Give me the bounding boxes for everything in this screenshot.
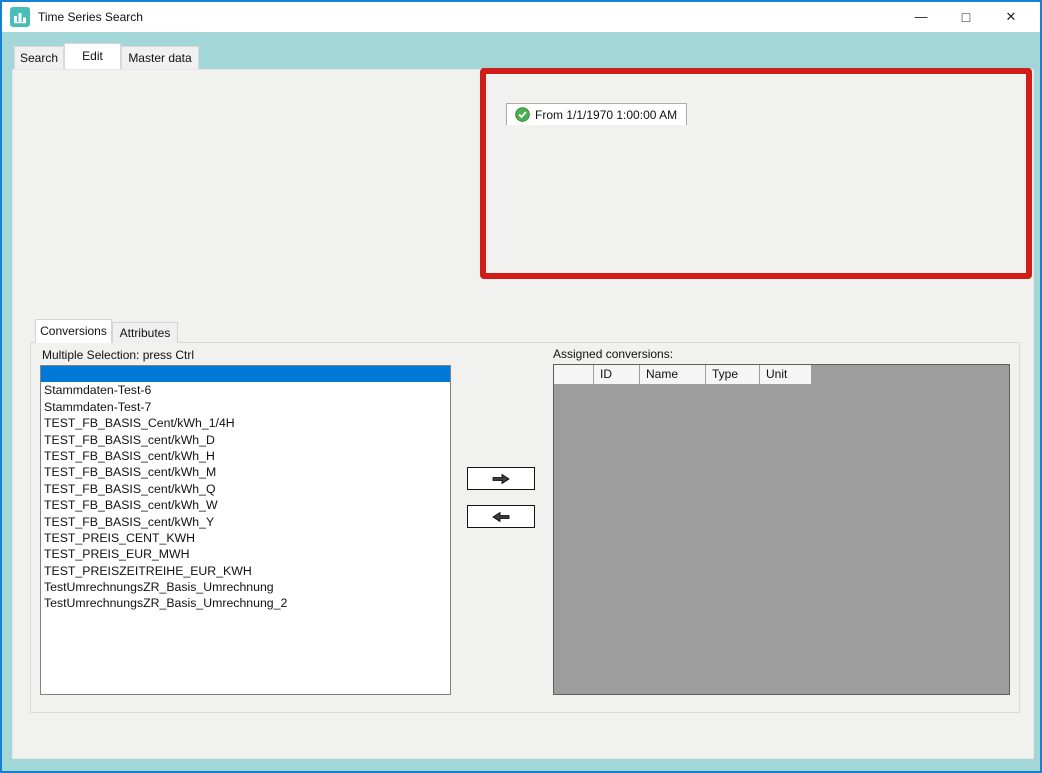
assigned-conversions-table[interactable]: IDNameTypeUnit [553,364,1010,695]
unassign-button[interactable] [467,505,535,528]
tab-edit[interactable]: Edit [64,43,121,69]
maximize-button[interactable]: □ [948,2,984,32]
list-item[interactable]: TEST_FB_BASIS_cent/kWh_H [41,448,450,464]
arrow-right-icon [491,473,511,485]
assigned-conversions-label: Assigned conversions: [553,347,673,361]
column-header: ID [594,365,640,385]
multi-select-hint: Multiple Selection: press Ctrl [42,348,194,362]
tab-master-data[interactable]: Master data [121,46,199,69]
column-header: Type [706,365,760,385]
list-item[interactable]: Stammdaten-Test-6 [41,382,450,398]
list-item[interactable]: TEST_FB_BASIS_cent/kWh_M [41,464,450,480]
validity-tab-label: From 1/1/1970 1:00:00 AM [535,108,677,122]
column-header: Unit [760,365,812,385]
list-item[interactable]: TEST_FB_BASIS_cent/kWh_Q [41,481,450,497]
list-item[interactable]: TEST_FB_BASIS_Cent/kWh_1/4H [41,415,450,431]
tab-search[interactable]: Search [14,46,64,69]
column-header [554,365,594,385]
list-item[interactable]: Stammdaten-Test-7 [41,399,450,415]
validity-period-tab[interactable]: From 1/1/1970 1:00:00 AM [506,103,687,125]
arrow-left-icon [491,511,511,523]
minimize-button[interactable]: — [903,2,939,32]
list-item[interactable]: TestUmrechnungsZR_Basis_Umrechnung_2 [41,595,450,611]
table-header-row: IDNameTypeUnit [554,365,1009,385]
app-icon [10,7,30,27]
list-item[interactable]: TEST_PREIS_CENT_KWH [41,530,450,546]
list-item[interactable] [41,366,450,382]
column-header: Name [640,365,706,385]
available-conversions-list[interactable]: Stammdaten-Test-6Stammdaten-Test-7TEST_F… [40,365,451,695]
list-item[interactable]: TEST_PREIS_EUR_MWH [41,546,450,562]
close-button[interactable]: ✕ [993,2,1029,32]
check-circle-icon [515,107,530,122]
title-bar: Time Series Search — □ ✕ [2,2,1040,32]
assign-button[interactable] [467,467,535,490]
tab-conversions[interactable]: Conversions [35,319,112,343]
window-title: Time Series Search [38,2,143,32]
list-item[interactable]: TEST_PREISZEITREIHE_EUR_KWH [41,563,450,579]
list-item[interactable]: TEST_FB_BASIS_cent/kWh_W [41,497,450,513]
app-window: Time Series Search — □ ✕ Search Edit Mas… [0,0,1042,773]
list-item[interactable]: TEST_FB_BASIS_cent/kWh_Y [41,514,450,530]
list-item[interactable]: TestUmrechnungsZR_Basis_Umrechnung [41,579,450,595]
tab-attributes[interactable]: Attributes [112,322,178,343]
bar-chart-icon [13,10,27,24]
list-item[interactable]: TEST_FB_BASIS_cent/kWh_D [41,432,450,448]
